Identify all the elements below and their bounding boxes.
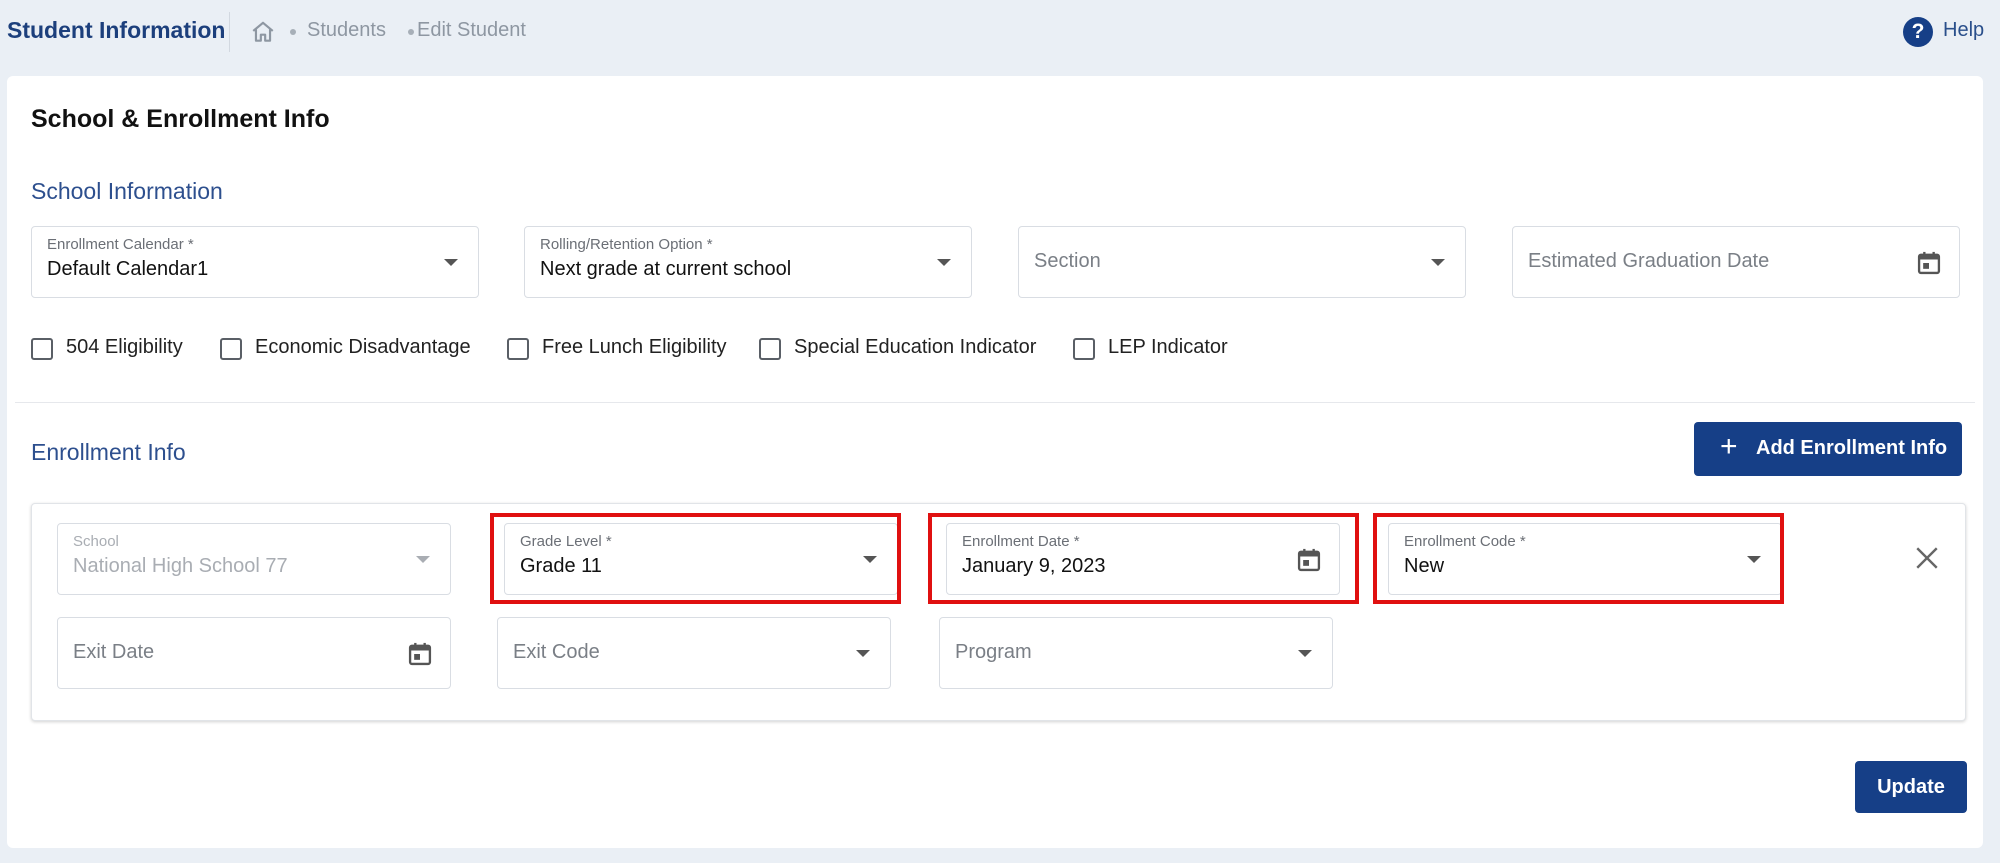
calendar-icon[interactable] bbox=[1295, 546, 1323, 574]
exit-code-select[interactable]: Exit Code bbox=[497, 617, 891, 689]
breadcrumb-edit-student: Edit Student bbox=[417, 19, 526, 41]
chevron-down-icon bbox=[856, 650, 870, 657]
field-value: Grade 11 bbox=[520, 555, 602, 577]
estimated-graduation-date-field[interactable]: Estimated Graduation Date bbox=[1512, 226, 1960, 298]
field-label: Enrollment Code * bbox=[1404, 533, 1526, 550]
field-label: Enrollment Calendar * bbox=[47, 236, 194, 253]
checkbox-label: Special Education Indicator bbox=[794, 336, 1037, 358]
home-icon[interactable] bbox=[250, 19, 276, 45]
school-select: School National High School 77 bbox=[57, 523, 451, 595]
chevron-down-icon bbox=[1747, 556, 1761, 563]
help-link[interactable]: Help bbox=[1943, 19, 1984, 42]
checkbox-504-eligibility[interactable]: 504 Eligibility bbox=[31, 336, 191, 366]
field-value: January 9, 2023 bbox=[962, 555, 1106, 577]
field-label: Grade Level * bbox=[520, 533, 612, 550]
checkbox[interactable] bbox=[759, 338, 781, 360]
checkbox-label: 504 Eligibility bbox=[66, 336, 183, 358]
checkbox-economic-disadvantage[interactable]: Economic Disadvantage bbox=[220, 336, 471, 366]
checkbox-label: Free Lunch Eligibility bbox=[542, 336, 727, 358]
card-title: School & Enrollment Info bbox=[31, 105, 330, 133]
chevron-down-icon bbox=[863, 556, 877, 563]
chevron-down-icon bbox=[937, 259, 951, 266]
section-divider bbox=[15, 402, 1975, 403]
checkbox[interactable] bbox=[507, 338, 529, 360]
app-title: Student Information bbox=[7, 17, 226, 43]
field-label: School bbox=[73, 533, 119, 550]
calendar-icon[interactable] bbox=[406, 640, 434, 668]
field-placeholder: Exit Date bbox=[73, 641, 155, 663]
enrollment-code-select[interactable]: Enrollment Code * New bbox=[1388, 523, 1782, 595]
field-value: Default Calendar1 bbox=[47, 258, 209, 280]
school-enrollment-card: School & Enrollment Info School Informat… bbox=[7, 76, 1983, 848]
field-placeholder: Exit Code bbox=[513, 641, 600, 663]
enrollment-calendar-select[interactable]: Enrollment Calendar * Default Calendar1 bbox=[31, 226, 479, 298]
field-label: Rolling/Retention Option * bbox=[540, 236, 713, 253]
field-value: New bbox=[1404, 555, 1445, 577]
checkbox-special-education-indicator[interactable]: Special Education Indicator bbox=[759, 336, 1059, 366]
update-button[interactable]: Update bbox=[1855, 761, 1967, 813]
checkbox[interactable] bbox=[220, 338, 242, 360]
breadcrumb-separator bbox=[408, 29, 414, 35]
checkbox[interactable] bbox=[1073, 338, 1095, 360]
section-select[interactable]: Section bbox=[1018, 226, 1466, 298]
title-divider bbox=[229, 12, 230, 52]
enrollment-date-field[interactable]: Enrollment Date * January 9, 2023 bbox=[946, 523, 1340, 595]
button-label: Add Enrollment Info bbox=[1756, 437, 1948, 459]
checkbox[interactable] bbox=[31, 338, 53, 360]
plus-icon: + bbox=[1720, 430, 1738, 463]
exit-date-field[interactable]: Exit Date bbox=[57, 617, 451, 689]
grade-level-select[interactable]: Grade Level * Grade 11 bbox=[504, 523, 898, 595]
school-information-title: School Information bbox=[31, 178, 223, 204]
top-bar: Student Information Students Edit Studen… bbox=[0, 0, 2000, 64]
add-enrollment-info-button[interactable]: + Add Enrollment Info bbox=[1694, 422, 1962, 476]
checkbox-free-lunch-eligibility[interactable]: Free Lunch Eligibility bbox=[507, 336, 737, 366]
help-icon[interactable]: ? bbox=[1903, 17, 1933, 47]
rolling-retention-select[interactable]: Rolling/Retention Option * Next grade at… bbox=[524, 226, 972, 298]
close-icon[interactable] bbox=[1914, 545, 1940, 571]
chevron-down-icon bbox=[1298, 650, 1312, 657]
field-placeholder: Section bbox=[1034, 250, 1101, 272]
enrollment-info-title: Enrollment Info bbox=[31, 439, 186, 465]
field-value: Next grade at current school bbox=[540, 258, 792, 280]
breadcrumb-students[interactable]: Students bbox=[307, 19, 386, 42]
checkbox-label: Economic Disadvantage bbox=[255, 336, 471, 358]
field-value: National High School 77 bbox=[73, 555, 288, 577]
chevron-down-icon bbox=[1431, 259, 1445, 266]
checkbox-label: LEP Indicator bbox=[1108, 336, 1228, 358]
calendar-icon[interactable] bbox=[1915, 249, 1943, 277]
checkbox-lep-indicator[interactable]: LEP Indicator bbox=[1073, 336, 1253, 366]
chevron-down-icon bbox=[444, 259, 458, 266]
field-placeholder: Program bbox=[955, 641, 1032, 663]
program-select[interactable]: Program bbox=[939, 617, 1333, 689]
field-placeholder: Estimated Graduation Date bbox=[1528, 250, 1770, 272]
field-label: Enrollment Date * bbox=[962, 533, 1080, 550]
breadcrumb-separator bbox=[290, 29, 296, 35]
chevron-down-icon bbox=[416, 556, 430, 563]
